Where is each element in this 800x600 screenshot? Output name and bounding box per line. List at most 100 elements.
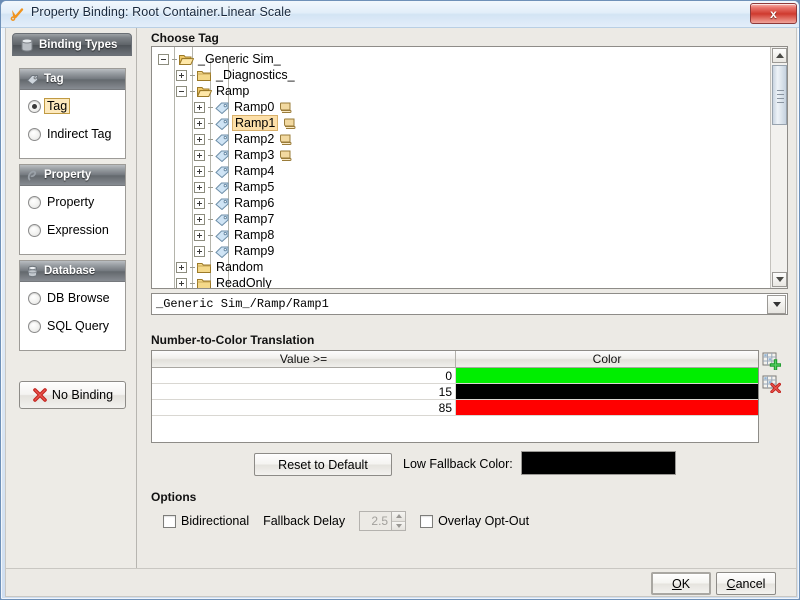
- tag-path-dropdown-button[interactable]: [767, 294, 786, 314]
- table-cell-color[interactable]: [456, 400, 758, 415]
- tree-scrollbar[interactable]: [770, 47, 787, 288]
- group-property-label: Property: [44, 169, 92, 181]
- tree-expand-icon[interactable]: [194, 229, 205, 241]
- grip-line: [777, 98, 784, 99]
- radio-property-label: Property: [47, 195, 95, 209]
- tree-collapse-icon[interactable]: [176, 85, 187, 97]
- radio-expression[interactable]: Expression: [28, 223, 109, 237]
- table-row[interactable]: 0: [152, 368, 758, 384]
- table-row[interactable]: 15: [152, 384, 758, 400]
- radio-expression-label: Expression: [47, 223, 109, 237]
- tree-connector-dash: [208, 186, 213, 188]
- tag-path-value[interactable]: _Generic Sim_/Ramp/Ramp1: [152, 297, 767, 311]
- table-cell-value[interactable]: 85: [152, 400, 456, 415]
- tag-leaf-icon: [215, 149, 230, 162]
- table-add-row-icon[interactable]: [761, 350, 781, 370]
- tree-node-label: Ramp: [216, 84, 250, 98]
- tree-expand-icon[interactable]: [194, 165, 205, 177]
- tree-node[interactable]: Ramp8: [194, 227, 274, 243]
- tree-node[interactable]: Ramp: [176, 83, 249, 99]
- cancel-button[interactable]: Cancel: [716, 572, 776, 595]
- overlay-opt-out-checkbox[interactable]: [420, 514, 434, 528]
- tree-connector-dash: [172, 58, 177, 60]
- reset-to-default-button[interactable]: Reset to Default: [254, 453, 392, 476]
- tag-leaf-icon: [215, 213, 230, 226]
- tag-path-field[interactable]: _Generic Sim_/Ramp/Ramp1: [151, 293, 788, 315]
- tree-expand-icon[interactable]: [194, 245, 205, 257]
- choose-tag-label: Choose Tag: [151, 31, 219, 45]
- tree-expand-icon[interactable]: [194, 213, 205, 225]
- tree-node[interactable]: _Diagnostics_: [176, 67, 295, 83]
- low-fallback-color-swatch[interactable]: [521, 451, 676, 475]
- tree-expand-icon[interactable]: [194, 117, 205, 129]
- radio-indirect-tag-indicator: [28, 127, 41, 141]
- column-header-value[interactable]: Value >=: [152, 351, 456, 368]
- tree-node-label: Ramp6: [234, 196, 275, 210]
- tree-collapse-icon[interactable]: [158, 53, 169, 65]
- radio-property[interactable]: Property: [28, 195, 94, 209]
- table-cell-value[interactable]: 15: [152, 384, 456, 399]
- tree-node[interactable]: Ramp4: [194, 163, 274, 179]
- radio-indirect-tag[interactable]: Indirect Tag: [28, 127, 111, 141]
- dialog-footer: OK Cancel: [5, 569, 797, 597]
- number-to-color-label: Number-to-Color Translation: [151, 333, 315, 347]
- table-row[interactable]: 85: [152, 400, 758, 416]
- table-cell-color[interactable]: [456, 384, 758, 399]
- radio-tag-indicator: [28, 99, 41, 113]
- ok-button[interactable]: OK: [651, 572, 711, 595]
- tree-expand-icon[interactable]: [176, 69, 187, 81]
- folder-open-icon: [179, 53, 194, 66]
- tree-node[interactable]: Ramp2: [194, 131, 292, 147]
- tree-node[interactable]: ReadOnly: [176, 275, 272, 288]
- radio-db-browse[interactable]: DB Browse: [28, 291, 110, 305]
- table-cell-color[interactable]: [456, 368, 758, 383]
- bidirectional-checkbox[interactable]: [163, 514, 176, 528]
- grip-line: [777, 90, 784, 91]
- tree-node[interactable]: Ramp0: [194, 99, 292, 115]
- close-icon: x: [770, 6, 777, 21]
- scrollbar-thumb[interactable]: [772, 65, 787, 125]
- tree-expand-icon[interactable]: [194, 101, 205, 113]
- tree-expand-icon[interactable]: [194, 133, 205, 145]
- tree-node[interactable]: Ramp3: [194, 147, 292, 163]
- tree-connector-dash: [190, 266, 195, 268]
- no-binding-button[interactable]: No Binding: [19, 381, 126, 409]
- scroll-up-button[interactable]: [772, 48, 787, 63]
- tree-node[interactable]: Random: [176, 259, 263, 275]
- close-button[interactable]: x: [750, 3, 797, 24]
- spinner-increment-button[interactable]: [392, 512, 406, 522]
- tree-node[interactable]: _Generic Sim_: [158, 51, 281, 67]
- tree-node[interactable]: Ramp6: [194, 195, 274, 211]
- radio-db-browse-label: DB Browse: [47, 291, 110, 305]
- table-delete-row-icon[interactable]: [761, 373, 781, 393]
- number-to-color-table[interactable]: Value >= Color 0 15 85: [151, 350, 759, 443]
- table-header-row: Value >= Color: [152, 351, 758, 368]
- tree-expand-icon[interactable]: [194, 197, 205, 209]
- tree-expand-icon[interactable]: [194, 181, 205, 193]
- radio-tag[interactable]: Tag: [28, 98, 71, 114]
- folder-closed-icon: [197, 261, 212, 274]
- main-panel: Choose Tag _Generic Sim_ _Diagnostics_ Ram…: [138, 28, 796, 568]
- spinner-decrement-button[interactable]: [392, 521, 406, 530]
- grip-line: [777, 102, 784, 103]
- no-binding-label: No Binding: [51, 388, 114, 402]
- chevron-down-icon: [775, 277, 784, 282]
- tree-expand-icon[interactable]: [194, 149, 205, 161]
- tree-connector-dash: [190, 90, 195, 92]
- fallback-delay-spinner[interactable]: 2.5: [359, 511, 407, 531]
- column-header-color[interactable]: Color: [456, 351, 758, 368]
- tree-expand-icon[interactable]: [176, 277, 187, 288]
- scroll-down-button[interactable]: [772, 272, 787, 287]
- sidebar-header-label: Binding Types: [39, 38, 118, 51]
- radio-sql-query[interactable]: SQL Query: [28, 319, 109, 333]
- tag-leaf-icon: [215, 133, 230, 146]
- tree-node-label: Ramp0: [234, 100, 275, 114]
- tree-node[interactable]: Ramp9: [194, 243, 274, 259]
- tag-tree[interactable]: _Generic Sim_ _Diagnostics_ Ramp Ramp0 Ramp1…: [151, 46, 788, 289]
- tree-node[interactable]: Ramp1: [194, 115, 296, 131]
- table-cell-value[interactable]: 0: [152, 368, 456, 383]
- tree-node[interactable]: Ramp5: [194, 179, 274, 195]
- tree-connector-dash: [208, 250, 213, 252]
- tree-node[interactable]: Ramp7: [194, 211, 274, 227]
- tree-expand-icon[interactable]: [176, 261, 187, 273]
